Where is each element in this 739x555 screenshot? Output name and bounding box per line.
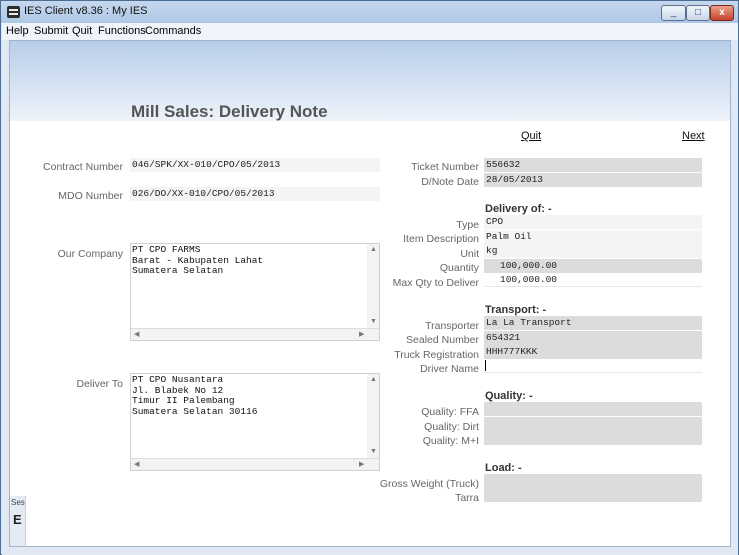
menu-commands[interactable]: Commands [145,25,201,37]
quality-mi-label: Quality: M+I [422,435,479,447]
type-field[interactable]: CPO [484,215,702,229]
max-qty-label: Max Qty to Deliver [392,277,479,289]
mdo-number-label: MDO Number [58,190,123,202]
item-description-label: Item Description [403,233,479,245]
menu-submit[interactable]: Submit [34,25,68,37]
page-title: Mill Sales: Delivery Note [131,102,328,121]
quality-mi-field[interactable] [484,431,702,445]
contract-number-label: Contract Number [43,161,123,173]
ticket-number-label: Ticket Number [411,161,479,173]
deliver-to-label: Deliver To [76,378,124,390]
scroll-down-icon[interactable]: ▼ [370,318,377,325]
transporter-label: Transporter [425,320,479,332]
form-area: Ses E Mill Sales: Delivery Note Quit Nex… [9,40,731,547]
driver-name-label: Driver Name [420,363,479,375]
our-company-vscroll[interactable]: ▲ ▼ [367,244,379,328]
menu-bar: Help Submit Quit Functions Commands [2,23,738,40]
unit-field[interactable]: kg [484,244,702,258]
delivery-heading: Delivery of: - [485,203,552,215]
menu-quit[interactable]: Quit [72,25,92,37]
scroll-right-icon[interactable]: ▶ [359,460,364,468]
title-bar: IES Client v8.36 : My IES _ □ x [1,1,738,23]
transport-heading: Transport: - [485,304,547,316]
menu-functions[interactable]: Functions [98,25,146,37]
truck-registration-label: Truck Registration [394,349,479,361]
tarra-label: Tarra [455,492,479,504]
item-description-field[interactable]: Palm Oil [484,230,702,244]
next-link[interactable]: Next [682,130,705,142]
menu-help[interactable]: Help [6,25,29,37]
scroll-left-icon[interactable]: ◀ [134,460,139,468]
load-heading: Load: - [485,462,522,474]
scroll-left-icon[interactable]: ◀ [134,330,139,338]
window-title: IES Client v8.36 : My IES [24,5,148,17]
quality-dirt-field[interactable] [484,417,702,431]
dnote-date-label: D/Note Date [421,176,479,188]
quantity-label: Quantity [439,262,479,274]
quit-link[interactable]: Quit [521,130,541,142]
type-label: Type [456,219,479,231]
maximize-button[interactable]: □ [686,5,710,21]
our-company-label: Our Company [57,248,123,260]
gross-weight-field[interactable] [484,474,702,488]
quality-heading: Quality: - [485,390,533,402]
quality-ffa-field[interactable] [484,402,702,416]
text-cursor [485,360,486,371]
quantity-field[interactable]: 100,000.00 [484,259,702,273]
deliver-to-hscroll[interactable]: ◀ ▶ [131,458,379,470]
quality-ffa-label: Quality: FFA [421,406,479,418]
header-banner [10,41,730,121]
session-panel: Ses E [10,496,26,546]
deliver-to-textarea[interactable]: PT CPO Nusantara Jl. Blabek No 12 Timur … [130,373,380,471]
close-button[interactable]: x [710,5,734,21]
session-label: Ses [11,498,25,507]
session-icon[interactable]: E [13,512,22,527]
transporter-field[interactable]: La La Transport [484,316,702,330]
max-qty-field[interactable]: 100,000.00 [484,273,702,287]
scroll-up-icon[interactable]: ▲ [370,376,377,383]
mdo-number-field[interactable]: 026/DO/XX-010/CPO/05/2013 [130,187,380,201]
quality-dirt-label: Quality: Dirt [424,421,479,433]
tarra-field[interactable] [484,488,702,502]
app-window: IES Client v8.36 : My IES _ □ x Help Sub… [0,0,739,555]
our-company-hscroll[interactable]: ◀ ▶ [131,328,379,340]
contract-number-field[interactable]: 046/SPK/XX-010/CPO/05/2013 [130,158,380,172]
unit-label: Unit [460,248,479,260]
scroll-down-icon[interactable]: ▼ [370,448,377,455]
our-company-text: PT CPO FARMS Barat - Kabupaten Lahat Sum… [132,244,264,276]
gross-weight-label: Gross Weight (Truck) [379,478,479,490]
scroll-right-icon[interactable]: ▶ [359,330,364,338]
sealed-number-label: Sealed Number [406,334,479,346]
our-company-textarea[interactable]: PT CPO FARMS Barat - Kabupaten Lahat Sum… [130,243,380,341]
status-bar [2,547,738,555]
minimize-button[interactable]: _ [661,5,686,21]
driver-name-field[interactable] [484,359,702,373]
truck-registration-field[interactable]: HHH777KKK [484,345,702,359]
scroll-up-icon[interactable]: ▲ [370,246,377,253]
deliver-to-text: PT CPO Nusantara Jl. Blabek No 12 Timur … [132,374,258,417]
deliver-to-vscroll[interactable]: ▲ ▼ [367,374,379,458]
sealed-number-field[interactable]: 654321 [484,331,702,345]
app-icon [7,6,20,18]
ticket-number-field[interactable]: 556632 [484,158,702,172]
dnote-date-field[interactable]: 28/05/2013 [484,173,702,187]
